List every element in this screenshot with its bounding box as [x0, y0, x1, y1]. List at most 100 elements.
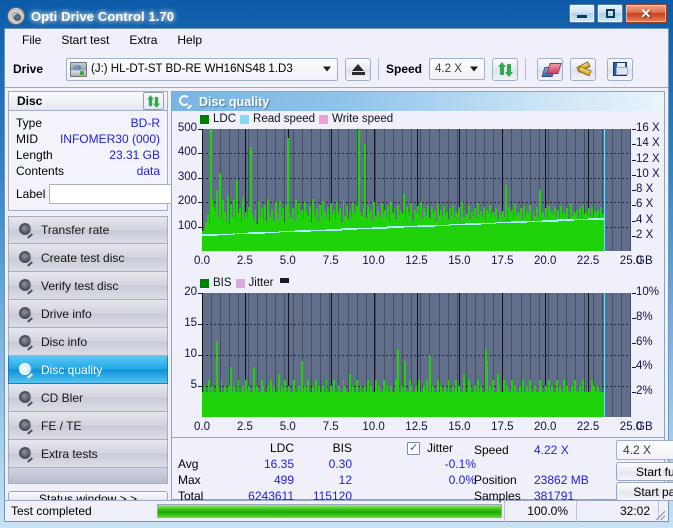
sidebar-item-create-test-disc[interactable]: Create test disc — [8, 244, 168, 272]
stats-total-ldc: 6243611 — [214, 489, 294, 503]
chevron-down-icon — [470, 67, 478, 72]
disc-info-row-type: Type BD-R — [16, 115, 160, 131]
speed-select[interactable]: 4.2 X — [429, 58, 485, 80]
bis-chart: BIS Jitter 51015202%4%6%8%10%0.02.55.07.… — [172, 277, 664, 439]
x-tick-label: 5.0 — [280, 421, 296, 433]
status-bar: Test completed 100.0% 32:02 — [5, 500, 668, 521]
stats-speed-label: Speed — [474, 443, 509, 457]
ldc-chart: LDC Read speed Write speed 1002003004005… — [172, 113, 664, 273]
stats-col-bis: BIS — [302, 441, 352, 455]
ldc-plot-area[interactable] — [202, 129, 631, 251]
sidebar-item-drive-info[interactable]: Drive info — [8, 300, 168, 328]
sidebar-item-cd-bler[interactable]: CD Bler — [8, 384, 168, 412]
sidebar-item-fe-te[interactable]: FE / TE — [8, 412, 168, 440]
disc-icon — [178, 95, 192, 108]
disc-icon — [18, 307, 33, 321]
tools-icon — [576, 62, 591, 76]
x-tick-label: 20.0 — [534, 421, 556, 433]
refresh-button[interactable] — [492, 58, 518, 81]
stats-speed-value: 4.22 X — [534, 443, 569, 457]
sidebar-item-disc-info[interactable]: Disc info — [8, 328, 168, 356]
title-bar: Opti Drive Control 1.70 ✕ — [4, 3, 669, 29]
y-tick-label: 200 — [178, 195, 197, 207]
drive-select[interactable]: (J:) HL-DT-ST BD-RE WH16NS48 1.D3 — [66, 58, 338, 81]
body: Disc Type BD-R MID INFOMER30 (000) — [5, 88, 668, 500]
refresh-icon — [498, 62, 513, 77]
eject-button[interactable] — [345, 58, 371, 81]
y-tick-label: 100 — [178, 220, 197, 232]
disc-icon — [18, 335, 33, 349]
bis-plot-area[interactable] — [202, 293, 631, 417]
stats-panel: LDC BIS Avg Max Total 16.35 499 6243611 … — [172, 437, 664, 499]
sidebar-item-verify-test-disc[interactable]: Verify test disc — [8, 272, 168, 300]
chevron-down-icon — [323, 67, 331, 72]
disc-mid-value: INFOMER30 (000) — [60, 132, 160, 146]
disc-info-row-length: Length 23.31 GB — [16, 147, 160, 163]
status-text: Test completed — [5, 504, 155, 518]
save-icon — [613, 62, 627, 76]
disc-mid-label: MID — [16, 132, 38, 146]
legend-swatch-ldc — [200, 115, 209, 124]
disc-icon — [18, 363, 33, 377]
y-tick-label: 15 — [184, 317, 197, 329]
x-tick-label: 22.5 — [577, 255, 599, 267]
y-tick-label: 500 — [178, 122, 197, 134]
legend-label-jitter: Jitter — [249, 277, 274, 289]
tools-button[interactable] — [570, 58, 596, 81]
menu-start-test[interactable]: Start test — [53, 31, 117, 49]
start-full-button[interactable]: Start full — [616, 462, 673, 481]
y2-tick-label: 6% — [636, 336, 653, 348]
disc-panel-title: Disc — [17, 94, 42, 108]
y2-tick-label: 10% — [636, 286, 659, 298]
disc-type-label: Type — [16, 116, 42, 130]
sidebar-item-label: Drive info — [41, 307, 92, 321]
menu-file[interactable]: File — [14, 31, 49, 49]
y2-tick-label: 16 X — [636, 122, 660, 134]
sidebar-item-extra-tests[interactable]: Extra tests — [8, 440, 168, 468]
sidebar-item-disc-quality[interactable]: Disc quality — [8, 356, 168, 384]
refresh-icon — [147, 95, 160, 108]
x-tick-label: 7.5 — [323, 421, 339, 433]
toolbar-separator-1 — [378, 58, 379, 80]
charts-container: LDC Read speed Write speed 1002003004005… — [172, 111, 664, 437]
stats-speed-select[interactable]: 4.2 X — [616, 440, 673, 460]
disc-contents-label: Contents — [16, 164, 64, 178]
disc-info-row-contents: Contents data — [16, 163, 160, 179]
stats-row-avg: Avg — [178, 457, 198, 471]
sidebar-item-transfer-rate[interactable]: Transfer rate — [8, 216, 168, 244]
y2-tick-label: 4% — [636, 360, 653, 372]
y-tick-label: 400 — [178, 146, 197, 158]
maximize-button[interactable] — [597, 4, 623, 23]
y-tick-label: 300 — [178, 171, 197, 183]
x-tick-label: 7.5 — [323, 255, 339, 267]
jitter-checkbox[interactable] — [407, 442, 420, 455]
start-part-button[interactable]: Start part — [616, 482, 673, 501]
save-button[interactable] — [607, 58, 633, 81]
stats-col-ldc: LDC — [232, 441, 294, 455]
disc-refresh-button[interactable] — [143, 92, 164, 110]
nav-spacer — [8, 468, 168, 484]
stats-max-bis: 12 — [300, 473, 352, 487]
jitter-label: Jitter — [427, 441, 453, 455]
menu-extra[interactable]: Extra — [121, 31, 165, 49]
app-window: Opti Drive Control 1.70 ✕ File Start tes… — [0, 0, 673, 528]
legend-swatch-read-speed — [240, 115, 249, 124]
minimize-icon — [577, 15, 587, 18]
close-icon: ✕ — [641, 7, 652, 20]
maximize-icon — [606, 9, 615, 18]
status-elapsed: 32:02 — [576, 501, 658, 522]
menu-bar: File Start test Extra Help — [5, 29, 668, 51]
drive-toolbar: Drive (J:) HL-DT-ST BD-RE WH16NS48 1.D3 … — [5, 51, 668, 88]
y2-tick-label: 12 X — [636, 153, 660, 165]
x-tick-label: 22.5 — [577, 421, 599, 433]
resize-grip-icon[interactable] — [658, 501, 668, 522]
menu-help[interactable]: Help — [169, 31, 210, 49]
erase-button[interactable] — [537, 58, 563, 81]
disc-info-panel: Type BD-R MID INFOMER30 (000) Length 23.… — [8, 110, 168, 211]
stats-row-max: Max — [178, 473, 201, 487]
minimize-button[interactable] — [569, 4, 595, 23]
close-button[interactable]: ✕ — [625, 4, 667, 23]
toolbar-separator-2 — [525, 58, 526, 80]
stats-avg-bis: 0.30 — [300, 457, 352, 471]
y2-tick-label: 8% — [636, 311, 653, 323]
